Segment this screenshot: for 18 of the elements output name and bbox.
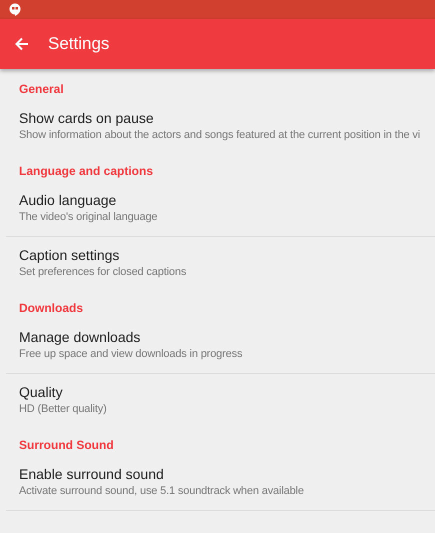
section-heading: Surround Sound — [18, 437, 115, 454]
setting-description: The video's original language — [19, 210, 158, 225]
section-heading: Language and captions — [18, 163, 154, 180]
setting-description: Free up space and view downloads in progress — [19, 347, 244, 362]
section-heading: General — [18, 81, 65, 98]
back-button[interactable] — [15, 37, 29, 51]
setting-title[interactable]: Enable surround sound — [19, 464, 416, 484]
setting-title[interactable]: Show cards on pause — [19, 108, 416, 128]
setting-title[interactable]: Quality — [19, 382, 416, 402]
screen-title: Settings — [48, 34, 110, 54]
chat-bubble-icon — [9, 3, 21, 16]
setting-title[interactable]: Manage downloads — [19, 327, 416, 347]
setting-title[interactable]: Audio language — [19, 190, 416, 210]
setting-description: Activate surround sound, use 5.1 soundtrack when available — [19, 484, 305, 499]
setting-description: HD (Better quality) — [19, 402, 108, 417]
setting-title[interactable]: Caption settings — [19, 245, 416, 265]
section-heading: Downloads — [18, 300, 84, 317]
setting-description: Set preferences for closed captions — [19, 265, 188, 280]
